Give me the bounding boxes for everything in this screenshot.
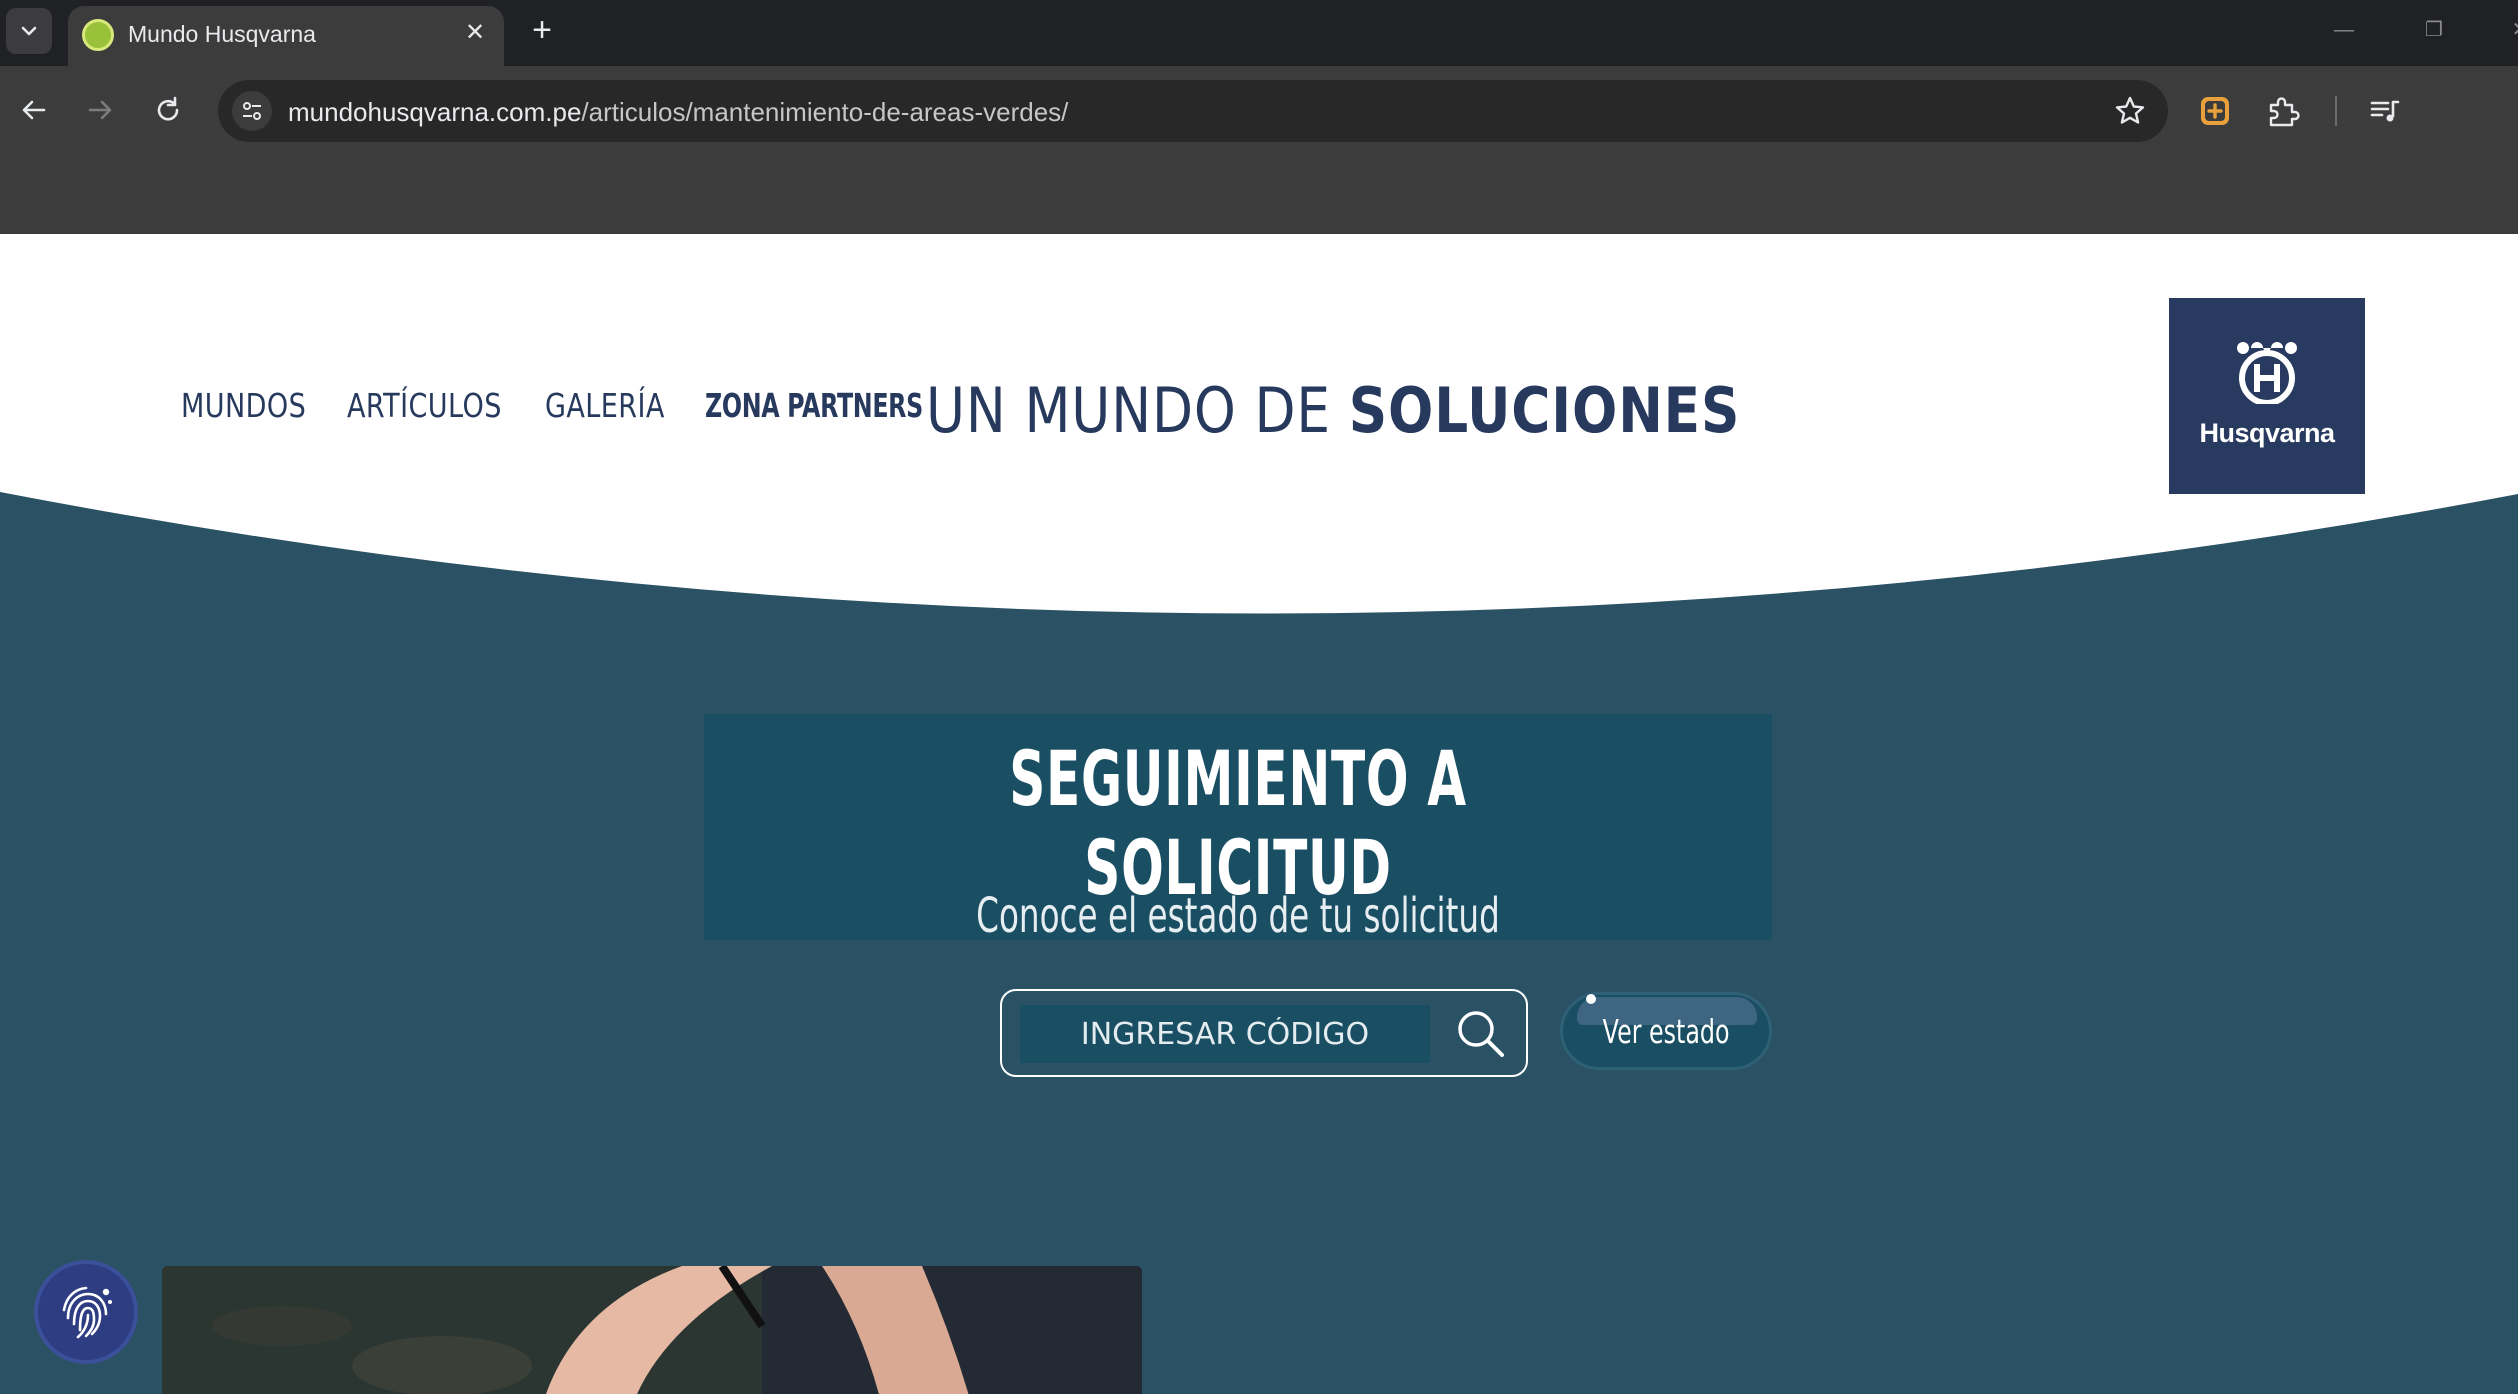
tagline-light: UN MUNDO DE — [926, 374, 1349, 447]
close-tab-icon[interactable]: ✕ — [460, 18, 490, 48]
nav-articulos[interactable]: ARTÍCULOS — [347, 386, 502, 425]
nav-mundos[interactable]: MUNDOS — [181, 386, 306, 425]
husqvarna-logo[interactable]: Husqvarna — [2169, 298, 2365, 494]
reload-icon — [157, 96, 179, 121]
tab-search-button[interactable] — [6, 8, 52, 54]
fingerprint-icon — [62, 1286, 112, 1339]
active-tab[interactable]: Mundo Husqvarna ✕ — [68, 6, 504, 66]
logo-wordmark: Husqvarna — [2199, 418, 2335, 448]
restore-window-button[interactable]: ❐ — [2404, 10, 2464, 50]
toolbar-separator — [2335, 96, 2337, 126]
new-tab-button[interactable]: + — [522, 10, 562, 50]
accessibility-button[interactable] — [38, 1264, 134, 1360]
code-input[interactable] — [1020, 1005, 1430, 1063]
url-path: /articulos/mantenimiento-de-areas-verdes… — [581, 97, 1069, 127]
extension-button[interactable] — [2192, 88, 2238, 134]
header-wave-background — [0, 234, 2518, 614]
puzzle-icon — [2269, 97, 2300, 127]
media-controls-button[interactable] — [2362, 88, 2408, 134]
extensions-menu-button[interactable] — [2260, 88, 2306, 134]
queue-music-icon — [2370, 100, 2400, 122]
chevron-down-icon — [21, 26, 37, 36]
search-icon[interactable] — [1454, 1007, 1508, 1061]
bookmark-star-icon[interactable] — [2114, 95, 2146, 127]
reload-button[interactable] — [144, 86, 192, 134]
tagline-bold: SOLUCIONES — [1348, 374, 1741, 447]
url-domain: mundohusqvarna.com.pe — [288, 97, 582, 127]
site-tagline: UN MUNDO DE SOLUCIONES — [926, 374, 1740, 447]
tracking-title: SEGUIMIENTO A SOLICITUD — [1009, 734, 1467, 912]
bookmarks-bar — [0, 156, 2518, 234]
arrow-right-icon — [88, 100, 112, 120]
nav-zona-partners[interactable]: ZONA PARTNERS — [705, 386, 923, 425]
back-button[interactable] — [10, 86, 58, 134]
gardening-photo-image — [162, 1266, 1142, 1394]
forward-button[interactable] — [76, 86, 124, 134]
husqvarna-crown-icon — [2237, 342, 2297, 404]
web-page: MUNDOS ARTÍCULOS GALERÍA ZONA PARTNERS U… — [0, 234, 2518, 1394]
close-window-button[interactable]: ✕ — [2490, 10, 2518, 50]
browser-toolbar: mundohusqvarna.com.pe/articulos/mantenim… — [0, 66, 2518, 156]
code-search-field — [1000, 989, 1528, 1077]
site-info-button[interactable] — [232, 91, 272, 131]
button-highlight-dot — [1586, 994, 1596, 1004]
nav-galeria[interactable]: GALERÍA — [545, 386, 665, 425]
tracking-subtitle: Conoce el estado de tu solicitud — [976, 888, 1500, 944]
minimize-window-button[interactable]: — — [2314, 10, 2374, 50]
arrow-left-icon — [22, 100, 46, 120]
favicon-icon — [82, 19, 114, 51]
tab-title: Mundo Husqvarna — [128, 21, 316, 47]
url-text: mundohusqvarna.com.pe/articulos/mantenim… — [288, 97, 1068, 128]
tune-icon — [243, 102, 261, 120]
article-photo — [162, 1266, 1142, 1394]
tracking-panel: SEGUIMIENTO A SOLICITUD Conoce el estado… — [704, 714, 1772, 944]
ver-estado-label: Ver estado — [1602, 1011, 1730, 1051]
address-bar[interactable]: mundohusqvarna.com.pe/articulos/mantenim… — [218, 80, 2168, 142]
tab-strip: Mundo Husqvarna ✕ + — ❐ ✕ — [0, 0, 2518, 66]
extension-plus-icon — [2201, 97, 2229, 125]
